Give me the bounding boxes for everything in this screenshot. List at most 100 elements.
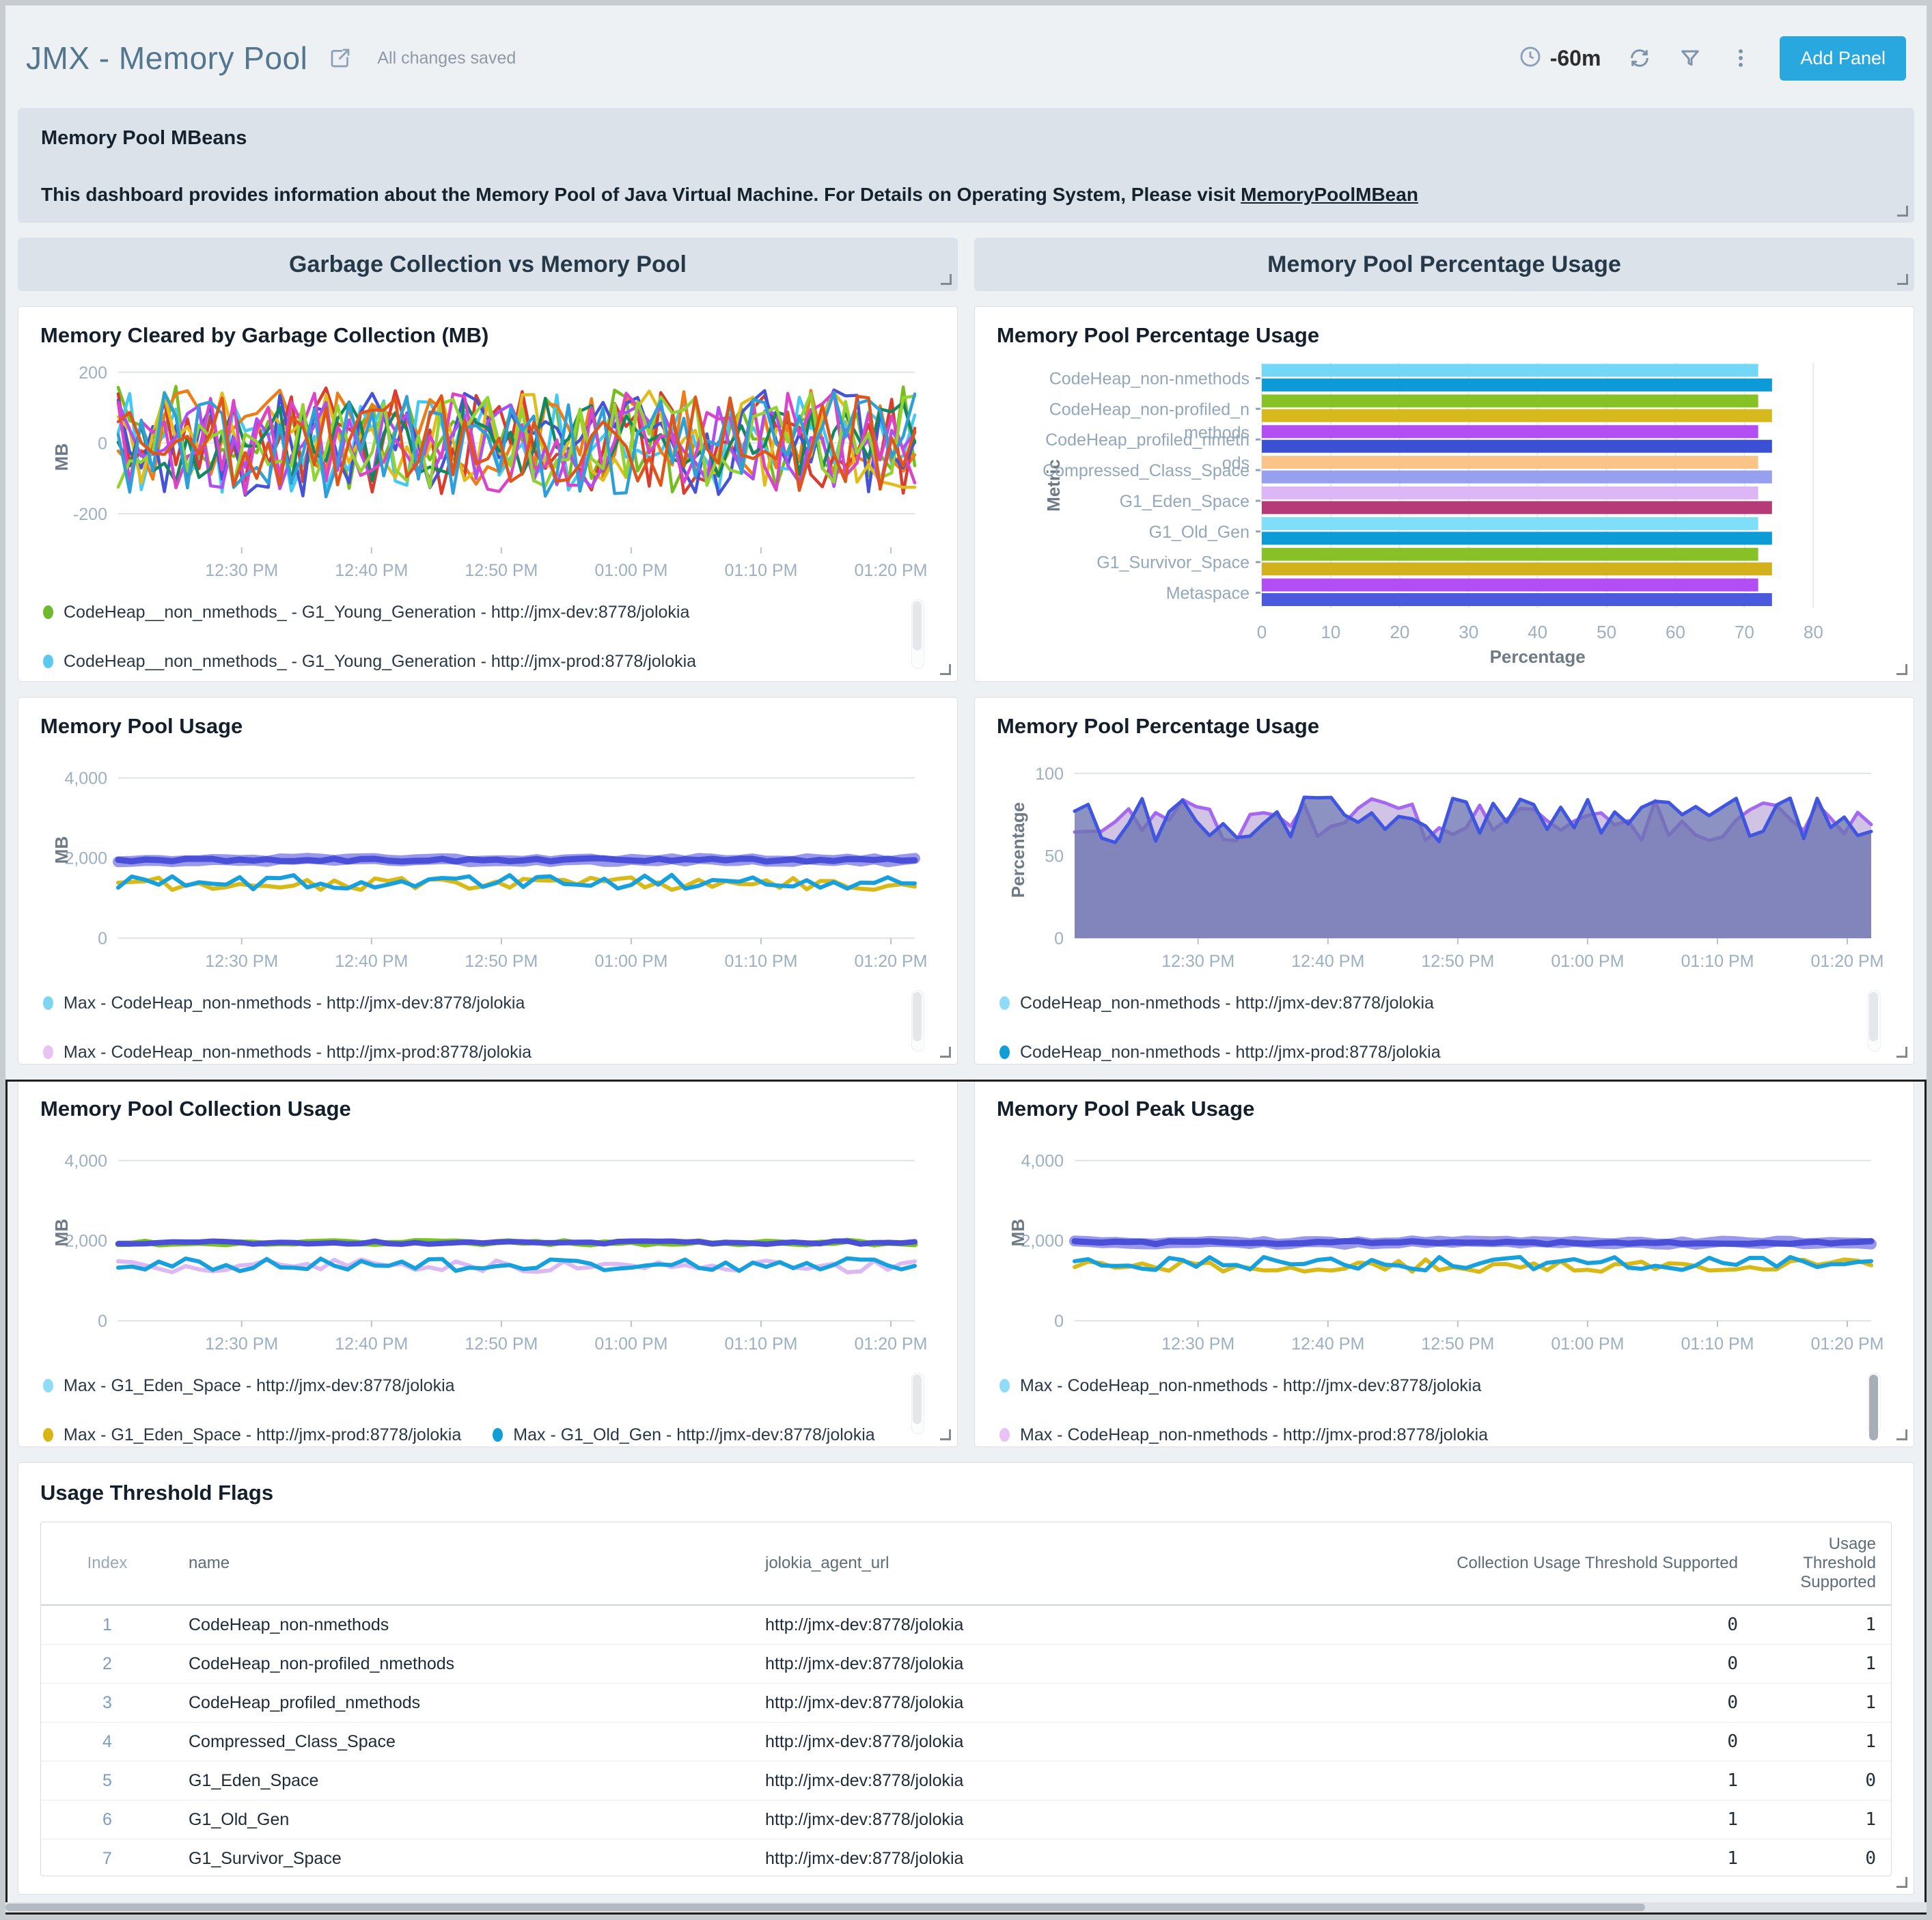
- refresh-icon[interactable]: [1628, 46, 1651, 70]
- svg-text:MB: MB: [51, 443, 72, 471]
- legend-item[interactable]: Max - CodeHeap_non-nmethods - http://jmx…: [43, 993, 525, 1013]
- intro-title: Memory Pool MBeans: [41, 127, 1891, 150]
- legend-scrollbar[interactable]: [1868, 1373, 1881, 1434]
- legend-marker: [493, 1428, 503, 1442]
- table-row[interactable]: 7G1_Survivor_Spacehttp://jmx-dev:8778/jo…: [41, 1839, 1891, 1877]
- legend-item[interactable]: Max - CodeHeap_non-nmethods - http://jmx…: [999, 1375, 1481, 1396]
- svg-text:Metaspace: Metaspace: [1166, 584, 1250, 603]
- panel-resize-handle[interactable]: [1896, 1429, 1907, 1440]
- memory-pool-usage-line-chart[interactable]: 4,0002,0000MB12:30 PM12:40 PM12:50 PM01:…: [38, 744, 938, 976]
- legend-label: Max - CodeHeap_non-nmethods - http://jmx…: [1020, 1425, 1488, 1445]
- table-body: 1CodeHeap_non-nmethodshttp://jmx-dev:877…: [41, 1605, 1891, 1876]
- horizontal-scrollbar[interactable]: [5, 1902, 1927, 1912]
- intro-body-text: This dashboard provides information abou…: [41, 184, 1241, 205]
- svg-text:80: 80: [1804, 622, 1823, 642]
- cell-collection-usage-threshold: 0: [1381, 1645, 1753, 1684]
- svg-text:0: 0: [1257, 622, 1267, 642]
- legend-item[interactable]: Max - CodeHeap_non-nmethods - http://jmx…: [999, 1425, 1488, 1445]
- svg-text:01:00 PM: 01:00 PM: [594, 1334, 667, 1354]
- legend-item[interactable]: CodeHeap__non_nmethods_ - G1_Young_Gener…: [43, 602, 689, 622]
- panel-resize-handle[interactable]: [940, 1429, 951, 1440]
- filter-icon[interactable]: [1679, 46, 1702, 70]
- panel-resize-handle[interactable]: [940, 1047, 951, 1058]
- svg-text:0: 0: [1054, 1312, 1064, 1331]
- column-header-usage-threshold-supported[interactable]: Usage Threshold Supported: [1753, 1522, 1891, 1605]
- svg-text:G1_Eden_Space: G1_Eden_Space: [1120, 492, 1250, 511]
- svg-text:01:00 PM: 01:00 PM: [594, 952, 667, 971]
- legend-item[interactable]: Max - G1_Eden_Space - http://jmx-dev:877…: [43, 1375, 455, 1396]
- svg-text:G1_Old_Gen: G1_Old_Gen: [1149, 523, 1250, 542]
- legend-marker: [999, 1428, 1010, 1442]
- panel-resize-handle[interactable]: [941, 274, 952, 285]
- scrollbar-thumb[interactable]: [5, 1904, 1645, 1911]
- peak-usage-line-chart[interactable]: 4,0002,0000MB12:30 PM12:40 PM12:50 PM01:…: [994, 1127, 1894, 1359]
- panel-memory-pool-percentage-usage-bar: Memory Pool Percentage Usage 01020304050…: [974, 306, 1914, 682]
- time-range-control[interactable]: -60m: [1519, 45, 1601, 72]
- legend-item[interactable]: CodeHeap__non_nmethods_ - G1_Young_Gener…: [43, 651, 696, 672]
- table-row[interactable]: 3CodeHeap_profiled_nmethodshttp://jmx-de…: [41, 1684, 1891, 1723]
- cell-index: 1: [41, 1605, 174, 1645]
- chart-title: Memory Pool Peak Usage: [997, 1097, 1894, 1121]
- chart-legend: CodeHeap__non_nmethods_ - G1_Young_Gener…: [38, 594, 938, 676]
- legend-marker: [43, 605, 53, 619]
- dashboard-title: JMX - Memory Pool: [26, 40, 307, 77]
- share-icon[interactable]: [328, 46, 353, 70]
- screenshot-root: JMX - Memory Pool All changes saved -60m: [0, 0, 1932, 1920]
- intro-body: This dashboard provides information abou…: [41, 184, 1891, 206]
- section-header-right-label: Memory Pool Percentage Usage: [1267, 251, 1621, 278]
- svg-text:Compressed_Class_Space: Compressed_Class_Space: [1043, 461, 1250, 480]
- kebab-menu-icon[interactable]: [1729, 46, 1752, 70]
- memorypoolmbean-link[interactable]: MemoryPoolMBean: [1241, 184, 1418, 205]
- table-row[interactable]: 2CodeHeap_non-profiled_nmethodshttp://jm…: [41, 1645, 1891, 1684]
- gc-cleared-line-chart[interactable]: 2000-200MB12:30 PM12:40 PM12:50 PM01:00 …: [38, 353, 938, 586]
- legend-scrollbar[interactable]: [911, 1373, 924, 1434]
- legend-item[interactable]: Max - CodeHeap_non-nmethods - http://jmx…: [43, 1042, 532, 1062]
- chart-legend: Max - G1_Eden_Space - http://jmx-dev:877…: [38, 1367, 938, 1441]
- svg-text:01:20 PM: 01:20 PM: [1811, 952, 1884, 971]
- column-header-collection-usage-threshold-supported[interactable]: Collection Usage Threshold Supported: [1381, 1522, 1753, 1605]
- svg-text:01:10 PM: 01:10 PM: [724, 1334, 797, 1354]
- svg-text:12:50 PM: 12:50 PM: [1421, 952, 1494, 971]
- legend-marker: [43, 1428, 53, 1442]
- svg-text:12:30 PM: 12:30 PM: [1161, 1334, 1234, 1354]
- clock-icon: [1519, 45, 1542, 72]
- legend-item[interactable]: CodeHeap_non-nmethods - http://jmx-prod:…: [999, 1042, 1441, 1062]
- legend-scrollbar[interactable]: [1868, 990, 1881, 1052]
- panel-resize-handle[interactable]: [1896, 664, 1907, 675]
- table-header-row: Index name jolokia_agent_url Collection …: [41, 1522, 1891, 1605]
- svg-text:MB: MB: [51, 836, 72, 864]
- svg-text:4,000: 4,000: [64, 1151, 107, 1170]
- panel-resize-handle[interactable]: [1897, 206, 1908, 217]
- panel-usage-threshold-flags: Usage Threshold Flags Index name jolokia…: [18, 1462, 1914, 1895]
- svg-text:50: 50: [1597, 622, 1616, 642]
- svg-text:01:20 PM: 01:20 PM: [855, 1334, 928, 1354]
- panel-resize-handle[interactable]: [1896, 1877, 1907, 1888]
- cell-collection-usage-threshold: 0: [1381, 1605, 1753, 1645]
- panel-resize-handle[interactable]: [1897, 274, 1908, 285]
- cell-jolokia-agent-url: http://jmx-dev:8778/jolokia: [750, 1761, 1381, 1800]
- legend-scrollbar[interactable]: [911, 599, 924, 669]
- legend-item[interactable]: CodeHeap_non-nmethods - http://jmx-dev:8…: [999, 993, 1434, 1013]
- percentage-usage-area-chart[interactable]: 100500Percentage12:30 PM12:40 PM12:50 PM…: [994, 744, 1894, 976]
- cell-collection-usage-threshold: 1: [1381, 1800, 1753, 1839]
- collection-usage-line-chart[interactable]: 4,0002,0000MB12:30 PM12:40 PM12:50 PM01:…: [38, 1127, 938, 1359]
- panel-resize-handle[interactable]: [1896, 1047, 1907, 1058]
- column-header-name[interactable]: name: [174, 1522, 750, 1605]
- autosave-status: All changes saved: [377, 49, 516, 68]
- legend-item[interactable]: Max - G1_Old_Gen - http://jmx-dev:8778/j…: [493, 1425, 874, 1445]
- threshold-flags-table: Index name jolokia_agent_url Collection …: [40, 1522, 1892, 1876]
- legend-marker: [43, 1045, 53, 1059]
- percentage-usage-bar-chart[interactable]: 01020304050607080MetricPercentageCodeHea…: [994, 353, 1894, 671]
- svg-text:CodeHeap_non-nmethods: CodeHeap_non-nmethods: [1049, 369, 1250, 388]
- legend-item[interactable]: Max - G1_Eden_Space - http://jmx-prod:87…: [43, 1425, 461, 1445]
- panel-resize-handle[interactable]: [940, 664, 951, 675]
- add-panel-button[interactable]: Add Panel: [1780, 36, 1906, 81]
- table-row[interactable]: 5G1_Eden_Spacehttp://jmx-dev:8778/joloki…: [41, 1761, 1891, 1800]
- table-row[interactable]: 4Compressed_Class_Spacehttp://jmx-dev:87…: [41, 1723, 1891, 1761]
- column-header-index[interactable]: Index: [41, 1522, 174, 1605]
- column-header-jolokia-agent-url[interactable]: jolokia_agent_url: [750, 1522, 1381, 1605]
- legend-scrollbar[interactable]: [911, 990, 924, 1052]
- chart-title: Memory Cleared by Garbage Collection (MB…: [40, 323, 938, 348]
- table-row[interactable]: 6G1_Old_Genhttp://jmx-dev:8778/jolokia11: [41, 1800, 1891, 1839]
- table-row[interactable]: 1CodeHeap_non-nmethodshttp://jmx-dev:877…: [41, 1605, 1891, 1645]
